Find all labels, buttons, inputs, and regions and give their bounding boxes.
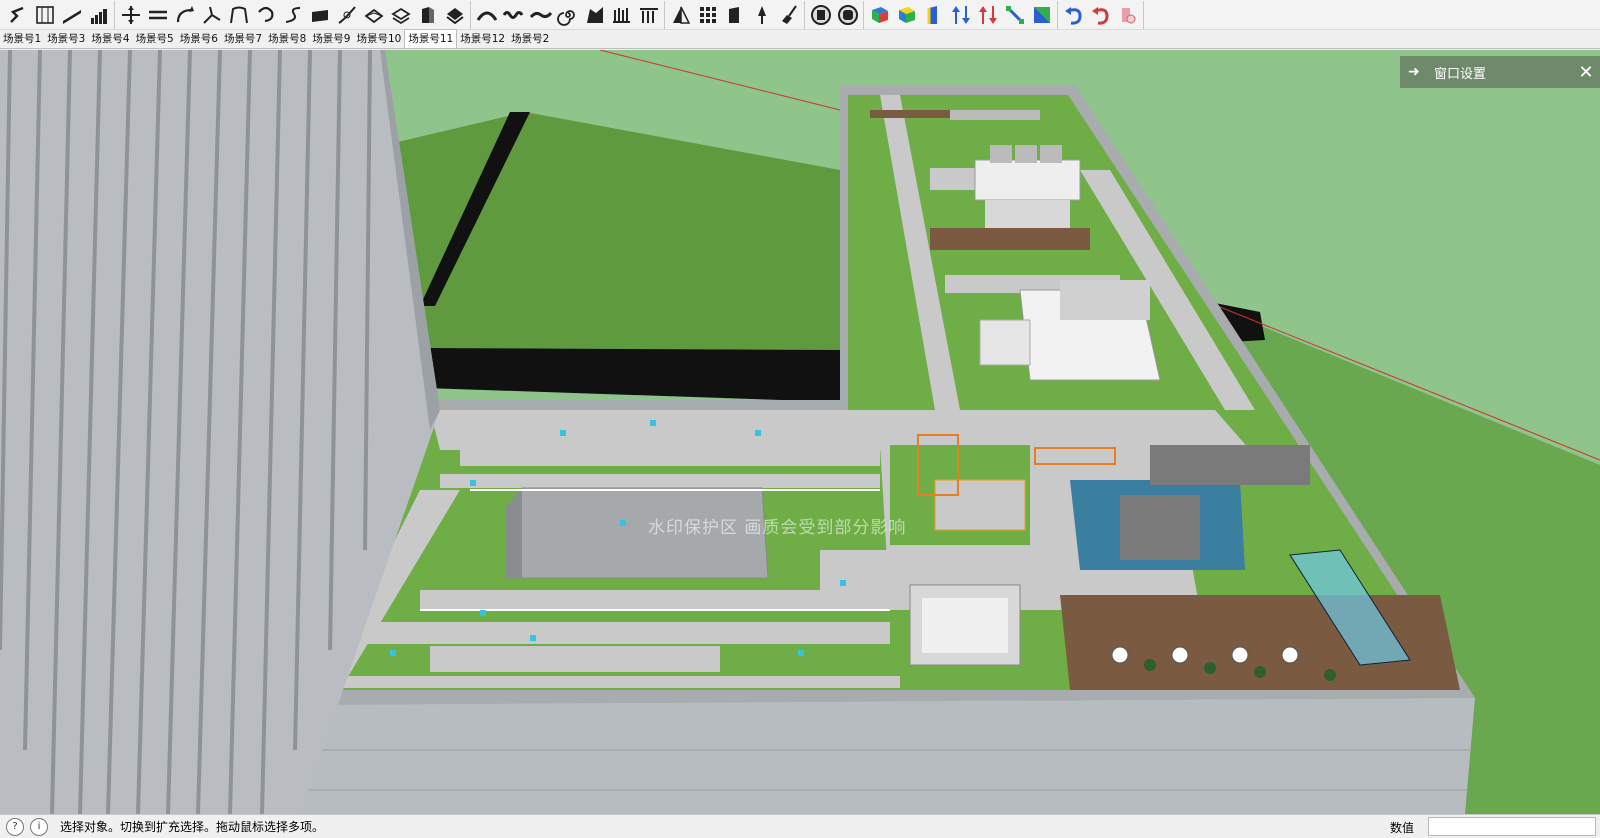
- flip-icon[interactable]: [198, 2, 225, 28]
- scene-tab-3[interactable]: 场景号4: [88, 31, 132, 48]
- solid-icon[interactable]: [414, 2, 441, 28]
- pin-icon[interactable]: [748, 2, 775, 28]
- scene-tab-10[interactable]: 场景号11: [404, 29, 458, 48]
- move-icon[interactable]: [117, 2, 144, 28]
- toolbar-group-1: [2, 0, 115, 29]
- axis-icon[interactable]: [920, 2, 947, 28]
- 3d-viewport[interactable]: ➜ 窗口设置 ✕ 水印保护区 画质会受到部分影响: [0, 50, 1600, 814]
- rounded-frame-icon[interactable]: [834, 2, 861, 28]
- sketchup-window: 场景号1 场景号3 场景号4 场景号5 场景号6 场景号7 场景号8 场景号9 场景号10 场景号…: [0, 0, 1600, 838]
- scale-icon[interactable]: [1001, 2, 1028, 28]
- redo-icon[interactable]: [1087, 2, 1114, 28]
- scene-tab-8[interactable]: 场景号9: [309, 31, 353, 48]
- fold-icon[interactable]: [581, 2, 608, 28]
- rooftop-garden-model: [0, 50, 1600, 814]
- close-icon[interactable]: ✕: [1572, 62, 1600, 83]
- toolbar-group-4: [665, 0, 805, 29]
- cube-green-icon[interactable]: [866, 2, 893, 28]
- broom-icon[interactable]: [775, 2, 802, 28]
- status-bar: ? i 选择对象。切换到扩充选择。拖动鼠标选择多项。 数值: [0, 814, 1600, 838]
- window-frame-icon[interactable]: [807, 2, 834, 28]
- wall-icon[interactable]: [31, 2, 58, 28]
- mirror-icon[interactable]: [667, 2, 694, 28]
- align-icon[interactable]: [144, 2, 171, 28]
- wave-icon[interactable]: [500, 2, 527, 28]
- arc-icon[interactable]: [225, 2, 252, 28]
- arrows-down-icon[interactable]: [974, 2, 1001, 28]
- layers-icon[interactable]: [387, 2, 414, 28]
- ramp-icon[interactable]: [58, 2, 85, 28]
- scene-tab-5[interactable]: 场景号6: [177, 31, 221, 48]
- stairs-icon[interactable]: [85, 2, 112, 28]
- spline-icon[interactable]: [527, 2, 554, 28]
- material-icon[interactable]: [441, 2, 468, 28]
- scene-tab-12[interactable]: 场景号2: [508, 31, 552, 48]
- loop-icon[interactable]: [252, 2, 279, 28]
- scene-tab-9[interactable]: 场景号10: [354, 31, 405, 48]
- toolbar-group-3: [471, 0, 665, 29]
- toolbar-group-6: [864, 0, 1058, 29]
- spiral-icon[interactable]: [554, 2, 581, 28]
- scene-tab-4[interactable]: 场景号5: [133, 31, 177, 48]
- scene-tab-11[interactable]: 场景号12: [457, 31, 508, 48]
- offset-icon[interactable]: [279, 2, 306, 28]
- watermark-text: 水印保护区 画质会受到部分影响: [648, 518, 907, 538]
- geo-location-icon[interactable]: ?: [6, 817, 24, 836]
- colonnade-icon[interactable]: [635, 2, 662, 28]
- cube-yellow-icon[interactable]: [893, 2, 920, 28]
- extrude-icon[interactable]: [360, 2, 387, 28]
- array-icon[interactable]: [694, 2, 721, 28]
- column-icon[interactable]: [608, 2, 635, 28]
- window-settings-title: 窗口设置: [1434, 66, 1487, 82]
- info-icon[interactable]: i: [30, 817, 48, 836]
- box-icon[interactable]: [721, 2, 748, 28]
- arrow-right-icon[interactable]: ➜: [1408, 64, 1424, 80]
- flip-box-icon[interactable]: [1028, 2, 1055, 28]
- main-toolbar: [0, 0, 1600, 30]
- scene-tab-6[interactable]: 场景号7: [221, 31, 265, 48]
- scene-tab-2[interactable]: 场景号3: [44, 31, 88, 48]
- toolbar-group-5: [805, 0, 864, 29]
- measurements-input[interactable]: [1428, 817, 1596, 836]
- rotate-icon[interactable]: [171, 2, 198, 28]
- arch-icon[interactable]: [473, 2, 500, 28]
- scene-tab-7[interactable]: 场景号8: [265, 31, 309, 48]
- scene-tab-bar: 场景号1 场景号3 场景号4 场景号5 场景号6 场景号7 场景号8 场景号9 场景号10 场景号…: [0, 29, 1600, 49]
- undo-icon[interactable]: [1060, 2, 1087, 28]
- eraser-icon[interactable]: [1114, 2, 1141, 28]
- window-settings-panel[interactable]: ➜ 窗口设置 ✕: [1400, 56, 1600, 88]
- toolbar-group-7: [1058, 0, 1144, 29]
- rectangle-icon[interactable]: [306, 2, 333, 28]
- measurements-label: 数值: [1390, 821, 1415, 835]
- toolbar-group-2: [115, 0, 471, 29]
- curve-icon[interactable]: [333, 2, 360, 28]
- follow-me-icon[interactable]: [4, 2, 31, 28]
- arrows-up-icon[interactable]: [947, 2, 974, 28]
- scene-tab-1[interactable]: 场景号1: [0, 31, 44, 48]
- status-message: 选择对象。切换到扩充选择。拖动鼠标选择多项。: [60, 820, 325, 834]
